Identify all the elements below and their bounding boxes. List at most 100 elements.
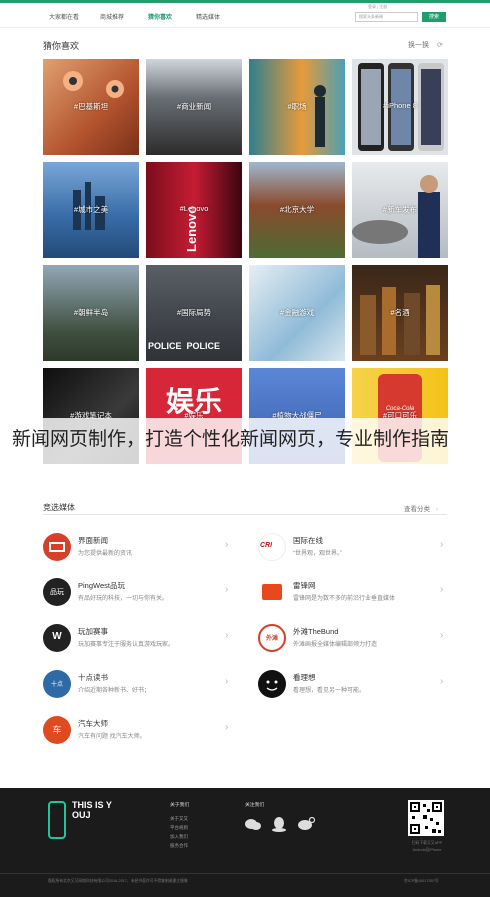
chevron-right-icon: ›: [225, 676, 229, 687]
tile-tag: #商业新闻: [176, 102, 212, 111]
search-button[interactable]: 搜索: [422, 12, 446, 22]
media-desc: “世界观，观世界。”: [293, 551, 342, 557]
refresh-icon: ⟳: [436, 42, 443, 49]
guess-title: 猜你喜欢: [43, 41, 80, 51]
login-link[interactable]: 登录 | 注册: [368, 4, 387, 10]
qr-code: [408, 800, 444, 836]
chevron-right-icon: ›: [435, 506, 438, 513]
media-name: PingWest品玩: [78, 581, 125, 590]
tile-9[interactable]: #朝鲜半岛: [43, 265, 139, 361]
face-icon: [266, 680, 278, 691]
media-name: 界面新闻: [78, 536, 108, 545]
qq-icon[interactable]: [272, 816, 286, 832]
footer-logo-mark: [48, 801, 66, 839]
footer: THIS IS YOUJ 关于我们 关于又又 平台规则 加入我们 服务合作 关注…: [0, 788, 490, 897]
app-download-text: 扫码下载又又APP: [411, 841, 443, 845]
tile-tag: #职场: [287, 102, 307, 111]
media-item-leiphone[interactable]: 雷锋网 雷锋网是为数不多的前沿行业垂直媒体 ›: [258, 578, 448, 618]
chevron-right-icon: ›: [440, 676, 444, 687]
wanplus-logo-text: W: [52, 631, 62, 642]
footer-link[interactable]: 加入我们: [170, 834, 188, 840]
media-desc: 为您提供最新的资讯: [78, 551, 133, 557]
media-title: 竞选媒体: [43, 503, 75, 512]
footer-link[interactable]: 平台规则: [170, 825, 188, 831]
tile-7[interactable]: #北京大学: [249, 162, 345, 258]
pingwest-logo-text: 品玩: [50, 588, 64, 596]
media-name: 国际在线: [293, 536, 323, 545]
tile-8[interactable]: #新车发布: [352, 162, 448, 258]
tile-tag: #北京大学: [279, 205, 315, 214]
chevron-right-icon: ›: [225, 539, 229, 550]
media-item-pingwest[interactable]: 品玩 PingWest品玩 有品好玩的科技，一切与你有关。 ›: [43, 578, 238, 618]
media-desc: 有品好玩的科技，一切与你有关。: [78, 596, 169, 602]
media-item-cri[interactable]: CRI 国际在线 “世界观，观世界。” ›: [258, 533, 448, 573]
media-name: 十点读书: [78, 673, 108, 682]
caption-text: 新闻网页制作，打造个性化新闻网页，专业制作指南: [12, 428, 450, 450]
app-platforms-text: Android及iPhone: [412, 848, 442, 852]
footer-link[interactable]: 关于又又: [170, 816, 188, 822]
media-item-shidian[interactable]: 十点 十点读书 介绍近期各种新书、好书； ›: [43, 670, 238, 710]
leiphone-mark: [262, 584, 282, 600]
tile-4[interactable]: #iPhone 8: [352, 59, 448, 155]
refresh-label: 换一换: [408, 42, 429, 49]
media-desc: 外滩画报全媒体编辑部倾力打造: [293, 642, 378, 648]
media-name: 雷锋网: [293, 581, 316, 590]
chevron-right-icon: ›: [440, 584, 444, 595]
cri-logo-text: CRI: [260, 542, 273, 549]
chevron-right-icon: ›: [440, 539, 444, 550]
tile-2[interactable]: #商业新闻: [146, 59, 242, 155]
media-desc: 看理想，看见另一种可能。: [293, 688, 366, 694]
media-more-label: 查看分类: [404, 506, 430, 513]
nav-item-everyone[interactable]: 大家都在看: [40, 10, 88, 26]
refresh-button[interactable]: 换一换 ⟳: [408, 40, 443, 50]
chevron-right-icon: ›: [225, 722, 229, 733]
chevron-right-icon: ›: [225, 630, 229, 641]
chevron-right-icon: ›: [440, 630, 444, 641]
footer-logo-text: THIS IS YOUJ: [72, 800, 112, 820]
tile-6[interactable]: Lenovo #Lenovo: [146, 162, 242, 258]
nav-item-media[interactable]: 精选媒体: [184, 10, 232, 26]
tile-3[interactable]: #职场: [249, 59, 345, 155]
divider: [43, 514, 447, 515]
media-name: 汽车大师: [78, 719, 108, 728]
top-nav: 大家都在看 商城推荐 猜你喜欢 精选媒体: [40, 10, 232, 26]
jiemian-mark: [49, 542, 65, 552]
nav-item-shop[interactable]: 商城推荐: [88, 10, 136, 26]
media-name: 外滩TheBund: [293, 627, 339, 636]
tile-tag: #国际局势: [176, 308, 212, 317]
chevron-right-icon: ›: [225, 584, 229, 595]
copyright-text: 版权所有北京又又网络科技有限公司2016-2017，未经书面许可不得复制或建立镜…: [48, 879, 188, 883]
qichedashi-logo-text: 车: [52, 726, 62, 736]
tile-10[interactable]: POLICE POLICE #国际局势: [146, 265, 242, 361]
media-more-link[interactable]: 查看分类 ›: [404, 503, 438, 513]
media-item-kanlixiang[interactable]: 看理想 看理想，看见另一种可能。 ›: [258, 670, 448, 710]
tile-tag: #新车发布: [382, 205, 418, 214]
media-desc: 汽车有问题 找汽车大师。: [78, 734, 146, 740]
icp-text[interactable]: 京ICP备16017557号: [404, 879, 439, 884]
tile-12[interactable]: #名酒: [352, 265, 448, 361]
follow-title: 关注我们: [245, 803, 265, 808]
shidian-logo-text: 十点: [50, 682, 63, 688]
tile-tag: #城市之美: [73, 205, 109, 214]
about-title: 关于我们: [170, 803, 190, 808]
media-item-jiemian[interactable]: 界面新闻 为您提供最新的资讯 ›: [43, 533, 238, 573]
tile-tag: #朝鲜半岛: [73, 308, 109, 317]
media-item-qichedashi[interactable]: 车 汽车大师 汽车有问题 找汽车大师。 ›: [43, 716, 238, 756]
tile-5[interactable]: #城市之美: [43, 162, 139, 258]
tile-1[interactable]: #巴基斯坦: [43, 59, 139, 155]
media-item-thebund[interactable]: 外滩 外滩TheBund 外滩画报全媒体编辑部倾力打造 ›: [258, 624, 448, 664]
media-desc: 雷锋网是为数不多的前沿行业垂直媒体: [293, 596, 396, 602]
weibo-icon[interactable]: [298, 817, 315, 831]
footer-bottom: 版权所有北京又又网络科技有限公司2016-2017，未经书面许可不得复制或建立镜…: [0, 873, 490, 897]
media-name: 看理想: [293, 673, 316, 682]
media-desc: 玩加赛事专注于服务认真游戏玩家。: [78, 642, 175, 648]
footer-link[interactable]: 服务合作: [170, 843, 188, 849]
tile-tag: #巴基斯坦: [73, 102, 109, 111]
qr-pattern: [410, 802, 442, 834]
search-input[interactable]: 搜索头条新闻: [355, 12, 418, 22]
media-item-wanplus[interactable]: W 玩加赛事 玩加赛事专注于服务认真游戏玩家。 ›: [43, 624, 238, 664]
tile-11[interactable]: #金融游戏: [249, 265, 345, 361]
wechat-icon[interactable]: [245, 818, 261, 831]
media-desc: 介绍近期各种新书、好书；: [78, 688, 151, 694]
nav-item-guess[interactable]: 猜你喜欢: [136, 10, 184, 26]
